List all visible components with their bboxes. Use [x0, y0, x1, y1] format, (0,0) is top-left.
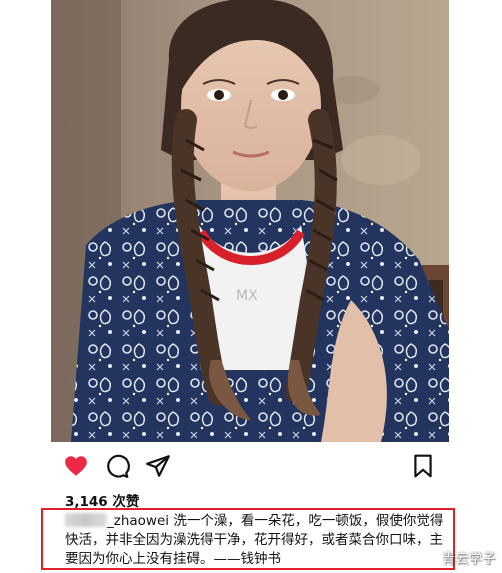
send-icon[interactable]	[145, 453, 171, 479]
action-bar	[51, 450, 449, 480]
post-photo[interactable]: MX	[51, 0, 449, 442]
post-caption: _zhaowei 洗一个澡，看一朵花，吃一顿饭，假使你觉得快活，并非全因为澡洗得…	[65, 512, 445, 569]
like-count[interactable]: 3,146 次赞	[65, 490, 139, 510]
watermark: 青云学子	[441, 552, 496, 567]
instagram-post: MX 3,146 次赞 _zhaowei 洗一个澡，看一朵花，吃一顿饭，假使你觉…	[41, 0, 455, 573]
svg-text:MX: MX	[236, 288, 258, 304]
caption-username[interactable]: _zhaowei	[107, 513, 169, 529]
heart-icon[interactable]	[63, 453, 89, 479]
bookmark-icon[interactable]	[410, 453, 436, 479]
blurred-username	[65, 513, 107, 527]
comment-icon[interactable]	[104, 453, 130, 479]
selfie-illustration: MX	[51, 0, 449, 442]
